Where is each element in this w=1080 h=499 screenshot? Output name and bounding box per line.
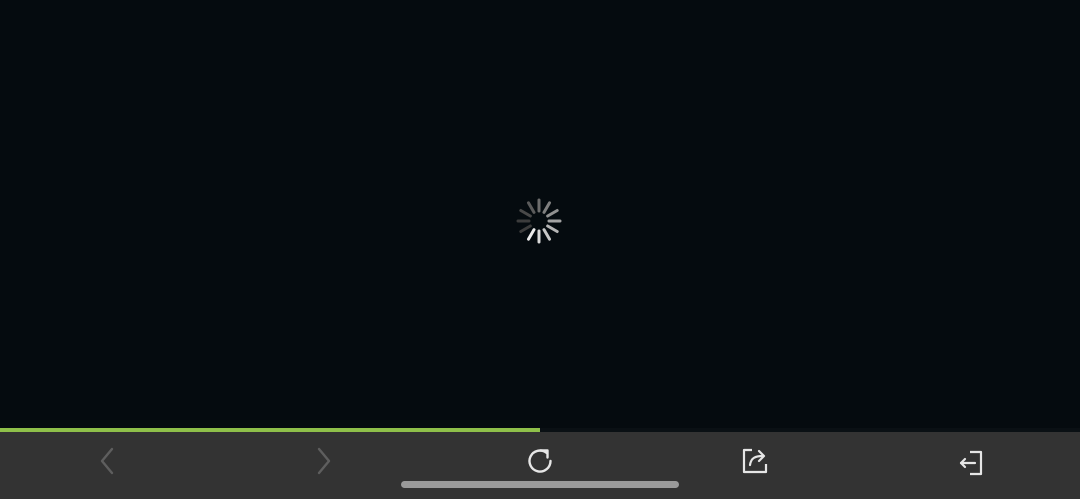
home-indicator[interactable] [401, 481, 679, 488]
forward-button[interactable] [301, 444, 345, 478]
spinner-spoke [519, 209, 532, 218]
spinner-spoke [527, 201, 536, 214]
share-icon [742, 448, 768, 474]
browser-screen [0, 0, 1080, 499]
reload-icon [528, 449, 552, 473]
back-button[interactable] [86, 444, 130, 478]
loading-spinner-icon [516, 198, 562, 244]
bottom-toolbar [0, 432, 1080, 499]
spinner-spoke [519, 224, 532, 233]
reload-button[interactable] [518, 444, 562, 478]
spinner-spoke [546, 224, 559, 233]
share-button[interactable] [733, 444, 777, 478]
spinner-spoke [542, 228, 551, 241]
chevron-left-icon [100, 447, 114, 475]
chevron-right-icon [317, 447, 331, 475]
web-content [0, 0, 1080, 428]
exit-button[interactable] [948, 444, 992, 478]
spinner-spoke [546, 209, 559, 218]
exit-icon [959, 450, 983, 476]
spinner-spoke [527, 228, 536, 241]
spinner-spoke [542, 201, 551, 214]
